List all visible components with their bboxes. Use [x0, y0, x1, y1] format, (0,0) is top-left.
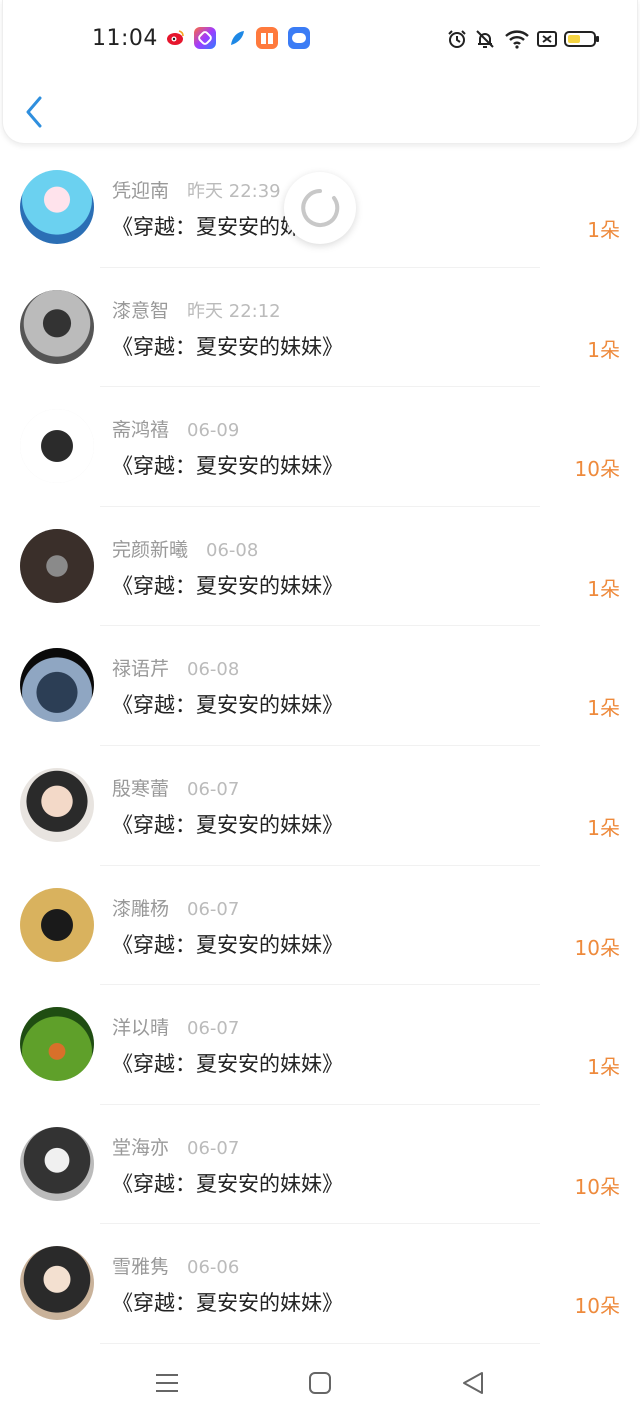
back-nav-button[interactable]: [458, 1368, 488, 1398]
gift-date: 06-07: [187, 1018, 240, 1040]
giver-name-text: 洋以晴: [112, 1017, 170, 1040]
list-item[interactable]: 斋鸿禧 06-09 《穿越：夏安安的妹妹》 10朵: [0, 387, 640, 507]
gift-date: 昨天 22:39: [187, 181, 281, 202]
feather-app-icon: [226, 27, 248, 49]
giver-name-text: 雪雅隽: [112, 1256, 170, 1279]
gift-date: 昨天 22:12: [187, 300, 281, 322]
book-title: 《穿越：夏安安的妹妹》: [112, 454, 343, 479]
chevron-left-icon: [26, 96, 42, 128]
giver-name: 斋鸿禧 06-09: [112, 415, 239, 442]
giver-name-text: 漆雕杨: [112, 897, 170, 920]
back-button[interactable]: [20, 92, 52, 132]
gift-record-list: 凭迎南 昨天 22:39 《穿越：夏安安的妹妹》 1朵 漆意智 昨天 22:12 《穿越：夏…: [0, 148, 640, 1344]
flower-count: 10朵: [574, 457, 620, 482]
back-triangle-icon: [463, 1372, 483, 1394]
shortcut-app-icon: [194, 27, 216, 49]
flower-count: 10朵: [574, 935, 620, 960]
list-item[interactable]: 雪雅隽 06-06 《穿越：夏安安的妹妹》 10朵: [0, 1224, 640, 1344]
giver-name: 完颜新曦 06-08: [112, 535, 258, 562]
chat-app-icon: [288, 27, 310, 49]
giver-name: 漆雕杨 06-07: [112, 894, 239, 921]
book-title: 《穿越：夏安安的妹妹》: [112, 693, 343, 718]
giver-name-text: 凭迎南: [112, 180, 170, 202]
giver-name: 凭迎南 昨天 22:39: [112, 176, 281, 203]
giver-name-text: 漆意智: [112, 299, 170, 322]
sim-off-icon: [536, 28, 558, 54]
avatar[interactable]: [20, 289, 94, 364]
avatar[interactable]: [20, 767, 94, 842]
home-button[interactable]: [305, 1368, 335, 1398]
book-title: 《穿越：夏安安的妹妹》: [112, 573, 343, 598]
avatar[interactable]: [20, 648, 94, 723]
avatar[interactable]: [20, 409, 94, 484]
flower-count: 1朵: [587, 696, 620, 721]
menu-button[interactable]: [152, 1368, 182, 1398]
book-title: 《穿越：夏安安的妹妹》: [112, 1291, 343, 1316]
alarm-icon: [446, 28, 468, 54]
giver-name-text: 殷寒蕾: [112, 777, 170, 800]
gift-date: 06-09: [187, 420, 240, 442]
gift-date: 06-07: [187, 778, 240, 800]
giver-name-text: 斋鸿禧: [112, 419, 170, 442]
flower-count: 10朵: [574, 1174, 620, 1199]
row-divider: [100, 1342, 540, 1344]
status-bar: 11:04: [0, 16, 640, 64]
avatar[interactable]: [20, 887, 94, 962]
battery-icon: [564, 28, 600, 54]
reader-app-icon: [256, 27, 278, 49]
giver-name: 漆意智 昨天 22:12: [112, 296, 281, 323]
flower-count: 1朵: [587, 1055, 620, 1080]
book-title: 《穿越：夏安安的妹妹》: [112, 932, 343, 957]
gift-records-screen: 11:04 凭迎南昨天 22:39 《穿越：夏安安的妹妹》 1朵 漆意智 昨天 …: [0, 0, 640, 1422]
list-item[interactable]: 禄语芹 06-08 《穿越：夏安安的妹妹》 1朵: [0, 626, 640, 746]
list-item[interactable]: 堂海亦 06-07 《穿越：夏安安的妹妹》 10朵: [0, 1105, 640, 1225]
avatar[interactable]: [20, 528, 94, 603]
home-square-icon: [309, 1372, 331, 1394]
navigation-bar: [0, 1346, 640, 1422]
book-title: 《穿越：夏安安的妹妹》: [112, 334, 343, 359]
flower-count: 1朵: [587, 218, 620, 242]
list-item[interactable]: 漆意智 昨天 22:12 《穿越：夏安安的妹妹》 1朵: [0, 268, 640, 388]
giver-name: 殷寒蕾 06-07: [112, 774, 239, 801]
giver-name: 堂海亦 06-07: [112, 1133, 239, 1160]
giver-name-text: 完颜新曦: [112, 538, 189, 561]
gift-date: 06-07: [187, 898, 240, 920]
weibo-icon: [164, 27, 186, 49]
gift-date: 06-07: [187, 1137, 240, 1159]
avatar[interactable]: [20, 1246, 94, 1321]
mute-bell-icon: [474, 28, 496, 54]
list-item[interactable]: 完颜新曦 06-08 《穿越：夏安安的妹妹》 1朵: [0, 507, 640, 627]
book-title: 《穿越：夏安安的妹妹》: [112, 1052, 343, 1077]
flower-count: 1朵: [587, 337, 620, 362]
book-title: 《穿越：夏安安的妹妹》: [112, 812, 343, 837]
gift-date: 06-06: [187, 1257, 240, 1279]
flower-count: 1朵: [587, 815, 620, 840]
giver-name: 洋以晴 06-07: [112, 1013, 239, 1040]
giver-name-text: 堂海亦: [112, 1136, 170, 1159]
gift-date: 06-08: [187, 659, 240, 681]
menu-icon: [156, 1374, 178, 1392]
list-item[interactable]: 殷寒蕾 06-07 《穿越：夏安安的妹妹》 1朵: [0, 746, 640, 866]
list-item[interactable]: 洋以晴 06-07 《穿越：夏安安的妹妹》 1朵: [0, 985, 640, 1105]
avatar[interactable]: [20, 170, 94, 244]
flower-count: 1朵: [587, 576, 620, 601]
book-title: 《穿越：夏安安的妹妹》: [112, 1171, 343, 1196]
list-item[interactable]: 漆雕杨 06-07 《穿越：夏安安的妹妹》 10朵: [0, 866, 640, 986]
avatar[interactable]: [20, 1126, 94, 1201]
giver-name-text: 禄语芹: [112, 658, 170, 681]
wifi-icon: [504, 28, 530, 54]
gift-date: 06-08: [206, 539, 259, 561]
flower-count: 10朵: [574, 1294, 620, 1319]
status-time: 11:04: [92, 26, 158, 51]
giver-name: 禄语芹 06-08: [112, 654, 239, 681]
refresh-spinner-icon: [284, 172, 356, 244]
giver-name: 雪雅隽 06-06: [112, 1252, 239, 1279]
avatar[interactable]: [20, 1007, 94, 1082]
